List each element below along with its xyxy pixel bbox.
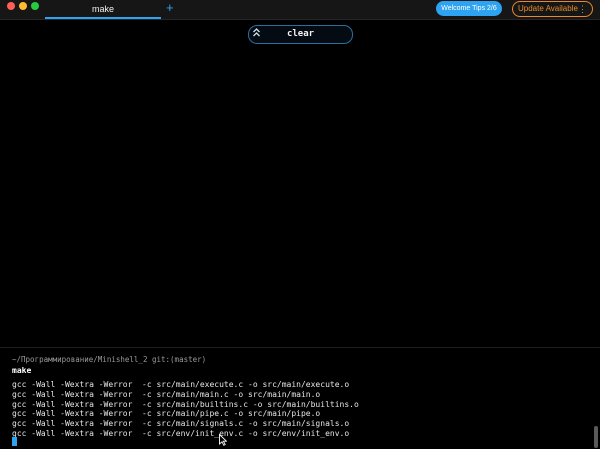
chip-command-label: clear <box>286 29 315 39</box>
command-text: make <box>12 366 32 375</box>
scrollbar[interactable] <box>594 426 598 448</box>
update-available-label: Update Available <box>518 4 578 13</box>
block-divider <box>0 347 600 348</box>
output-line: gcc -Wall -Wextra -Werror -c src/main/bu… <box>12 399 359 409</box>
output-line: gcc -Wall -Wextra -Werror -c src/main/pi… <box>12 409 321 419</box>
output-line: gcc -Wall -Wextra -Werror -c src/main/ex… <box>12 380 350 389</box>
input-cursor[interactable] <box>12 437 17 446</box>
maximize-window-button[interactable] <box>31 2 39 10</box>
prompt-path: ~/Программирование/Minishell_2 git:(mast… <box>12 355 207 364</box>
command-output: gcc -Wall -Wextra -Werror -c src/main/ex… <box>12 380 359 439</box>
terminal-window: make + Welcome Tips 2/6 Update Available… <box>0 0 600 449</box>
tab-label: make <box>91 4 114 14</box>
mouse-pointer-icon <box>219 434 227 446</box>
active-tab-indicator <box>45 17 161 19</box>
output-line: gcc -Wall -Wextra -Werror -c src/env/ini… <box>12 428 350 438</box>
close-window-button[interactable] <box>7 2 15 10</box>
welcome-tips-button[interactable]: Welcome Tips 2/6 <box>436 1 502 16</box>
tab-make[interactable]: make <box>45 0 161 19</box>
minimize-window-button[interactable] <box>19 2 27 10</box>
previous-block-chip[interactable]: clear <box>248 25 353 44</box>
title-bar: make + Welcome Tips 2/6 Update Available… <box>0 0 600 20</box>
new-tab-button[interactable]: + <box>166 1 174 15</box>
update-available-button[interactable]: Update Available ⋮ <box>512 1 593 17</box>
output-line: gcc -Wall -Wextra -Werror -c src/main/ma… <box>12 389 321 399</box>
more-options-icon[interactable]: ⋮ <box>578 2 587 16</box>
output-line: gcc -Wall -Wextra -Werror -c src/main/si… <box>12 419 350 429</box>
